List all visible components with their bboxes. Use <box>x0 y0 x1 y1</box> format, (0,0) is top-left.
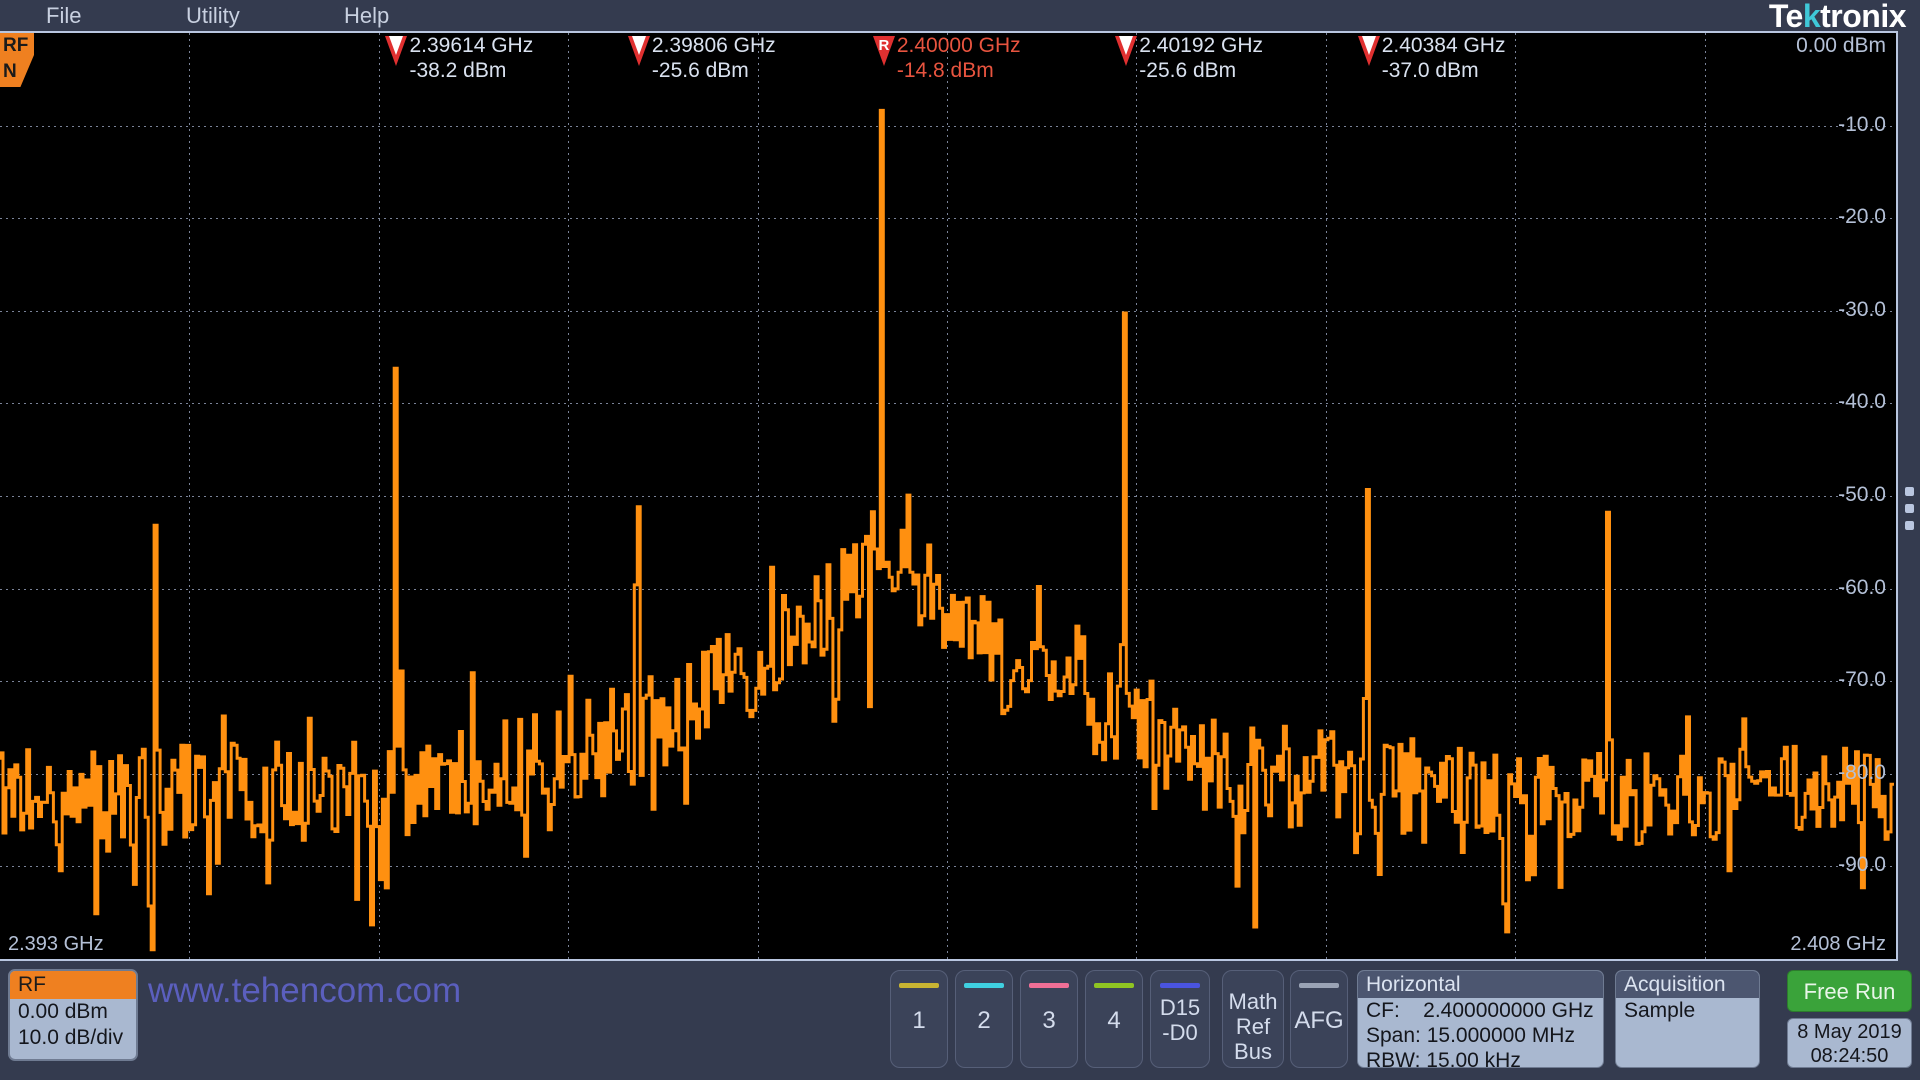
marker-triangle-icon <box>385 36 408 66</box>
channel-button-label: AFG <box>1294 1007 1344 1034</box>
acquisition-header: Acquisition <box>1616 971 1759 998</box>
marker-frequency: 2.40384 GHz <box>1381 34 1506 57</box>
db-axis-label: -40.0 <box>1838 390 1886 413</box>
marker-readout: 2.40384 GHz -37.0 dBm <box>1382 33 1506 83</box>
marker-amplitude: -38.2 dBm <box>409 59 507 82</box>
marker-frequency: 2.40192 GHz <box>1139 34 1264 57</box>
date-time-display: 8 May 2019 08:24:50 <box>1787 1018 1912 1068</box>
oscilloscope-screen: File Utility Help Tektronix RF N 2.39614… <box>0 0 1920 1080</box>
db-axis-label: -90.0 <box>1838 853 1886 876</box>
menu-bar: File Utility Help Tektronix <box>0 0 1920 34</box>
db-axis-label: -50.0 <box>1838 483 1886 506</box>
bottom-toolbar: RF 0.00 dBm 10.0 dB/div www.tehencom.com… <box>0 963 1920 1080</box>
channel-button-label: 3 <box>1042 1007 1056 1034</box>
marker-amplitude: -25.6 dBm <box>651 59 749 82</box>
db-axis-label: -70.0 <box>1838 668 1886 691</box>
channel-color-indicator <box>1029 983 1069 988</box>
channel-color-indicator <box>964 983 1004 988</box>
date-text: 8 May 2019 <box>1797 1021 1902 1043</box>
db-axis-label: -10.0 <box>1838 113 1886 136</box>
horizontal-header: Horizontal <box>1358 971 1603 998</box>
channel-button-label: D15 -D0 <box>1159 995 1201 1045</box>
horizontal-span: Span: 15.000000 MHz <box>1366 1024 1575 1047</box>
horizontal-cf: CF: 2.400000000 GHz <box>1366 999 1594 1022</box>
side-menu-dots-icon[interactable] <box>1905 487 1914 530</box>
marker-frequency: 2.39806 GHz <box>651 34 776 57</box>
freq-start-label: 2.393 GHz <box>8 933 104 955</box>
rf-panel-ref-level: 0.00 dBm <box>18 1000 108 1023</box>
menu-item-file[interactable]: File <box>40 4 87 28</box>
marker-readout: 2.40192 GHz -25.6 dBm <box>1139 33 1263 83</box>
db-axis-label: -80.0 <box>1838 761 1886 784</box>
channel-color-indicator <box>1299 983 1339 988</box>
marker-triangle-icon <box>1357 36 1380 66</box>
channel-button-label: Math Ref Bus <box>1228 989 1278 1064</box>
db-axis-label: -30.0 <box>1838 298 1886 321</box>
logo-text-post: tronix <box>1820 0 1906 34</box>
rf-badge-line-1: RF <box>3 35 29 56</box>
channel-color-indicator <box>1160 983 1200 988</box>
channel-button-1[interactable]: 1 <box>890 970 948 1068</box>
marker-amplitude: -14.8 dBm <box>896 59 994 82</box>
channel-color-indicator <box>899 983 939 988</box>
db-axis-label: -20.0 <box>1838 205 1886 228</box>
acquisition-mode: Sample <box>1624 999 1696 1022</box>
marker-frequency: 2.40000 GHz <box>896 34 1021 57</box>
channel-button-d15--d0[interactable]: D15 -D0 <box>1150 970 1210 1068</box>
channel-button-label: 4 <box>1107 1007 1121 1034</box>
spectrum-trace <box>0 108 1894 952</box>
channel-button-afg[interactable]: AFG <box>1290 970 1348 1068</box>
channel-button-math-ref-bus[interactable]: Math Ref Bus <box>1222 970 1284 1068</box>
channel-button-2[interactable]: 2 <box>955 970 1013 1068</box>
marker-readout: 2.40000 GHz -14.8 dBm <box>897 33 1021 83</box>
freq-stop-label: 2.408 GHz <box>1790 933 1886 955</box>
marker-amplitude: -25.6 dBm <box>1139 59 1237 82</box>
channel-button-4[interactable]: 4 <box>1085 970 1143 1068</box>
rf-panel-header: RF <box>10 971 136 999</box>
spectrum-plot[interactable]: RF N 2.39614 GHz -38.2 dBm 2.39806 GHz -25.… <box>0 31 1898 961</box>
channel-button-label: 1 <box>912 1007 926 1034</box>
reference-level-label: 0.00 dBm <box>1796 34 1886 57</box>
horizontal-rbw: RBW: 15.00 kHz <box>1366 1049 1521 1068</box>
menu-item-utility[interactable]: Utility <box>180 4 246 28</box>
rf-vertical-scale-panel[interactable]: RF 0.00 dBm 10.0 dB/div <box>8 969 138 1061</box>
marker-reference-label: R <box>878 37 890 54</box>
db-axis-label: -60.0 <box>1838 576 1886 599</box>
marker-readout: 2.39806 GHz -25.6 dBm <box>652 33 776 83</box>
marker-frequency: 2.39614 GHz <box>409 34 534 57</box>
marker-readout: 2.39614 GHz -38.2 dBm <box>409 33 533 83</box>
plot-inner: RF N 2.39614 GHz -38.2 dBm 2.39806 GHz -25.… <box>0 33 1896 959</box>
logo-text-pre: Te <box>1768 0 1803 34</box>
logo-text-k: k <box>1802 0 1821 34</box>
time-text: 08:24:50 <box>1810 1045 1889 1067</box>
channel-button-3[interactable]: 3 <box>1020 970 1078 1068</box>
marker-triangle-icon <box>1115 36 1138 66</box>
horizontal-panel[interactable]: Horizontal CF: 2.400000000 GHz Span: 15.… <box>1357 970 1604 1068</box>
tektronix-logo: Tektronix <box>1768 0 1907 34</box>
marker-amplitude: -37.0 dBm <box>1381 59 1479 82</box>
channel-color-indicator <box>1094 983 1134 988</box>
free-run-button[interactable]: Free Run <box>1787 970 1912 1012</box>
marker-triangle-icon <box>627 36 650 66</box>
watermark-text: www.tehencom.com <box>148 971 462 1010</box>
menu-item-help[interactable]: Help <box>338 4 395 28</box>
channel-button-label: 2 <box>977 1007 991 1034</box>
acquisition-panel[interactable]: Acquisition Sample <box>1615 970 1760 1068</box>
rf-panel-scale: 10.0 dB/div <box>18 1026 124 1049</box>
